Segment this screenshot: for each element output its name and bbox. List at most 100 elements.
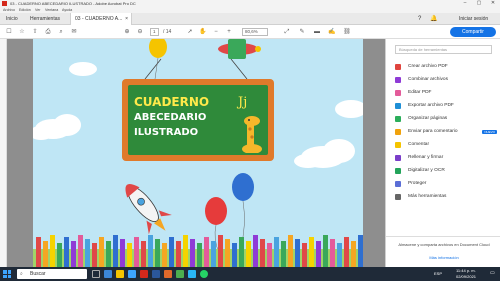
tab-herramientas[interactable]: Herramientas [26,13,64,25]
signin-link[interactable]: Iniciar sesión [459,13,488,25]
board-letters: Jj [238,95,248,110]
acrobat-icon [2,1,7,6]
zoom-out-icon[interactable]: − [212,28,220,36]
powerpoint-icon[interactable] [164,270,172,278]
tool-label: Proteger [408,181,427,186]
taskbar: ⌕ Buscar ESP 11:44 p. m. 02/09/2021 ▭ [0,267,500,281]
document-view[interactable]: CUADERNO ABECEDARIO ILUSTRADO Jj [7,39,385,267]
search-icon[interactable]: ⌕ [57,28,65,36]
window-title: 03 - CUADERNO ABECEDARIO ILUSTRADO - Ado… [10,1,136,6]
title-bar: 03 - CUADERNO ABECEDARIO ILUSTRADO - Ado… [0,0,500,7]
whatsapp-icon[interactable] [200,270,208,278]
upload-icon[interactable]: ⇧ [31,28,39,36]
mail-icon[interactable]: ✉ [70,28,78,36]
page-number-input[interactable]: 1 [150,28,159,36]
new-badge: NUEVO [482,130,497,134]
red-balloon-icon [205,197,227,225]
tool-label: Enviar para comentario [408,129,458,134]
more-tools-icon [395,194,401,200]
close-icon[interactable]: ✕ [486,0,500,7]
page-up-icon[interactable]: ⊕ [123,28,131,36]
promo-link[interactable]: Más información [394,255,494,260]
board-title-line1: CUADERNO [134,95,210,109]
file-explorer-icon[interactable] [116,270,124,278]
minimize-icon[interactable]: – [458,0,472,7]
tool-rellenar-firmar[interactable]: Rellenar y firmar [395,153,499,163]
app-icon[interactable] [176,270,184,278]
page-total: / 14 [163,29,172,35]
save-icon[interactable]: ☐ [5,28,13,36]
tool-label: Editar PDF [408,90,432,95]
tool-proteger[interactable]: Proteger [395,179,499,189]
tool-crear-pdf[interactable]: Crear archivo PDF [395,62,499,72]
zoom-select[interactable]: 80,6% [242,28,268,36]
balloon-icon [149,39,167,58]
tab-document-label: 03 - CUADERNO A... [75,16,123,22]
organize-icon [395,116,401,122]
fill-sign-icon [395,155,401,161]
tray-lang[interactable]: ESP [434,270,442,277]
tool-digitalizar[interactable]: Digitalizar y OCR [395,166,499,176]
word-icon[interactable] [152,270,160,278]
tool-label: Digitalizar y OCR [408,168,445,173]
task-view-icon[interactable] [92,270,100,278]
fit-page-icon[interactable]: ⤢ [283,28,291,36]
star-icon[interactable]: ☆ [18,28,26,36]
tab-document[interactable]: 03 - CUADERNO A... × [70,13,132,25]
cursor-icon[interactable]: ➚ [186,28,194,36]
store-icon[interactable] [128,270,136,278]
tool-enviar-comentario[interactable]: Enviar para comentario NUEVO [395,127,499,137]
pdf-page: CUADERNO ABECEDARIO ILUSTRADO Jj [33,39,363,267]
comment-icon[interactable]: ✎ [298,28,306,36]
tab-inicio[interactable]: Inicio [2,13,22,25]
tools-panel: Búsqueda de herramientas Crear archivo P… [385,39,500,267]
print-icon[interactable]: ⎙ [44,28,52,36]
sign-icon[interactable]: ✍ [328,28,336,36]
share-button[interactable]: Compartir [450,27,496,37]
tool-label: Organizar páginas [408,116,448,121]
share-link-icon[interactable]: ⛓ [343,28,351,36]
edge-icon[interactable] [104,270,112,278]
airplane-icon [218,39,261,59]
windows-start-icon[interactable] [3,270,11,278]
menu-ver[interactable]: Ver [35,8,40,12]
page-down-icon[interactable]: ⊖ [136,28,144,36]
export-icon [395,103,401,109]
bell-icon[interactable]: 🔔 [430,13,437,25]
hand-icon[interactable]: ✋ [199,28,207,36]
tab-close-icon[interactable]: × [125,13,128,25]
left-nav-strip[interactable] [0,39,7,267]
comment-icon [395,142,401,148]
tool-label: Comentar [408,142,430,147]
search-icon: ⌕ [20,271,23,277]
notification-icon[interactable]: ▭ [490,270,495,277]
tool-exportar[interactable]: Exportar archivo PDF [395,101,499,111]
tool-search-input[interactable]: Búsqueda de herramientas [395,45,492,54]
tool-label: Rellenar y firmar [408,155,444,160]
maximize-icon[interactable]: ▢ [472,0,486,7]
taskbar-search[interactable]: ⌕ Buscar [17,269,87,279]
acrobat-taskbar-icon[interactable] [140,270,148,278]
menu-edicion[interactable]: Edición [19,8,31,12]
create-pdf-icon [395,64,401,70]
pencils-row [33,235,363,267]
highlight-icon[interactable]: ▬ [313,28,321,36]
tool-label: Crear archivo PDF [408,64,448,69]
clock-date[interactable]: 02/09/2021 [456,273,476,280]
help-icon[interactable]: ? [418,13,421,25]
tool-organizar[interactable]: Organizar páginas [395,114,499,124]
zoom-in-icon[interactable]: + [225,28,233,36]
menu-ventana[interactable]: Ventana [45,8,58,12]
tool-editar[interactable]: Editar PDF [395,88,499,98]
chrome-icon[interactable] [188,270,196,278]
toolbar: ☐ ☆ ⇧ ⎙ ⌕ ✉ ⊕ ⊖ 1 / 14 ➚ ✋ − + 80,6% ⤢ ✎… [0,25,500,39]
chalkboard-surface: CUADERNO ABECEDARIO ILUSTRADO Jj [128,85,268,155]
tool-comentar[interactable]: Comentar [395,140,499,150]
shield-icon [395,181,401,187]
tool-combinar[interactable]: Combinar archivos [395,75,499,85]
menu-ayuda[interactable]: Ayuda [62,8,72,12]
board-title-line2: ABECEDARIO [134,112,207,123]
tool-mas[interactable]: Más herramientas [395,192,499,202]
tab-bar: Inicio Herramientas 03 - CUADERNO A... ×… [0,13,500,25]
menu-archivo[interactable]: Archivo [3,8,15,12]
